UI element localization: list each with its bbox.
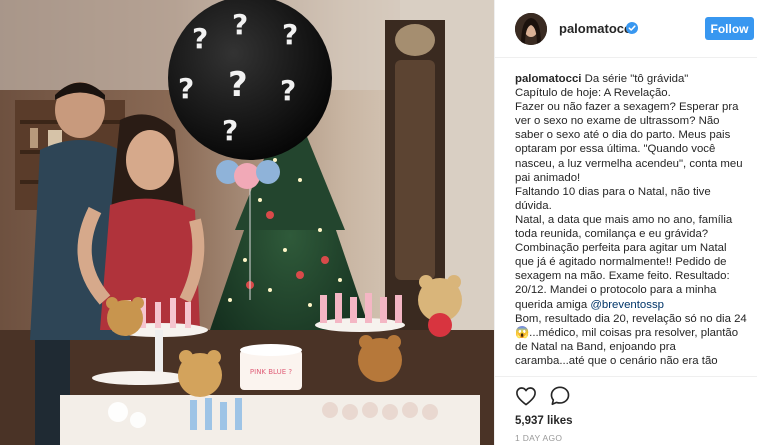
post-username[interactable]: palomatocci xyxy=(559,21,635,36)
post-actions: 5,937 likes 1 DAY AGO xyxy=(495,376,757,445)
comment-bubble-icon[interactable] xyxy=(549,385,571,407)
balloon-question-mark: ? xyxy=(282,18,298,51)
follow-button[interactable]: Follow xyxy=(705,17,754,40)
balloon-question-mark: ? xyxy=(228,65,248,105)
avatar[interactable] xyxy=(515,13,547,45)
avatar-image xyxy=(515,13,547,45)
caption-tail: Bom, resultado dia 20, revelação só no d… xyxy=(515,312,747,367)
gender-reveal-photo: ? ? ? ? ? ? ? PINK BLUE ? xyxy=(0,0,494,445)
like-heart-icon[interactable] xyxy=(515,386,537,406)
caption-username[interactable]: palomatocci xyxy=(515,73,581,85)
like-count[interactable]: 5,937 likes xyxy=(515,415,573,427)
caption-body: Da série "tô grávida" Capítulo de hoje: … xyxy=(515,73,743,311)
verified-badge-icon xyxy=(626,22,638,34)
caption: palomatocci Da série "tô grávida" Capítu… xyxy=(515,72,747,368)
post-timestamp[interactable]: 1 DAY AGO xyxy=(515,433,562,443)
post-side-panel: palomatocci Follow palomatocci Da série … xyxy=(494,0,757,445)
caption-mention-link[interactable]: @breventossp xyxy=(590,299,664,311)
balloon-question-mark: ? xyxy=(280,74,296,107)
caption-scroll-area[interactable]: palomatocci Da série "tô grávida" Capítu… xyxy=(515,72,747,378)
balloon-question-mark: ? xyxy=(232,8,248,41)
balloon-question-mark: ? xyxy=(192,22,208,55)
post-header: palomatocci Follow xyxy=(495,0,757,58)
post-photo[interactable]: ? ? ? ? ? ? ? PINK BLUE ? xyxy=(0,0,494,445)
cake-label: PINK BLUE ? xyxy=(250,368,292,376)
balloon-question-mark: ? xyxy=(222,114,238,147)
balloon-question-mark: ? xyxy=(178,72,194,105)
